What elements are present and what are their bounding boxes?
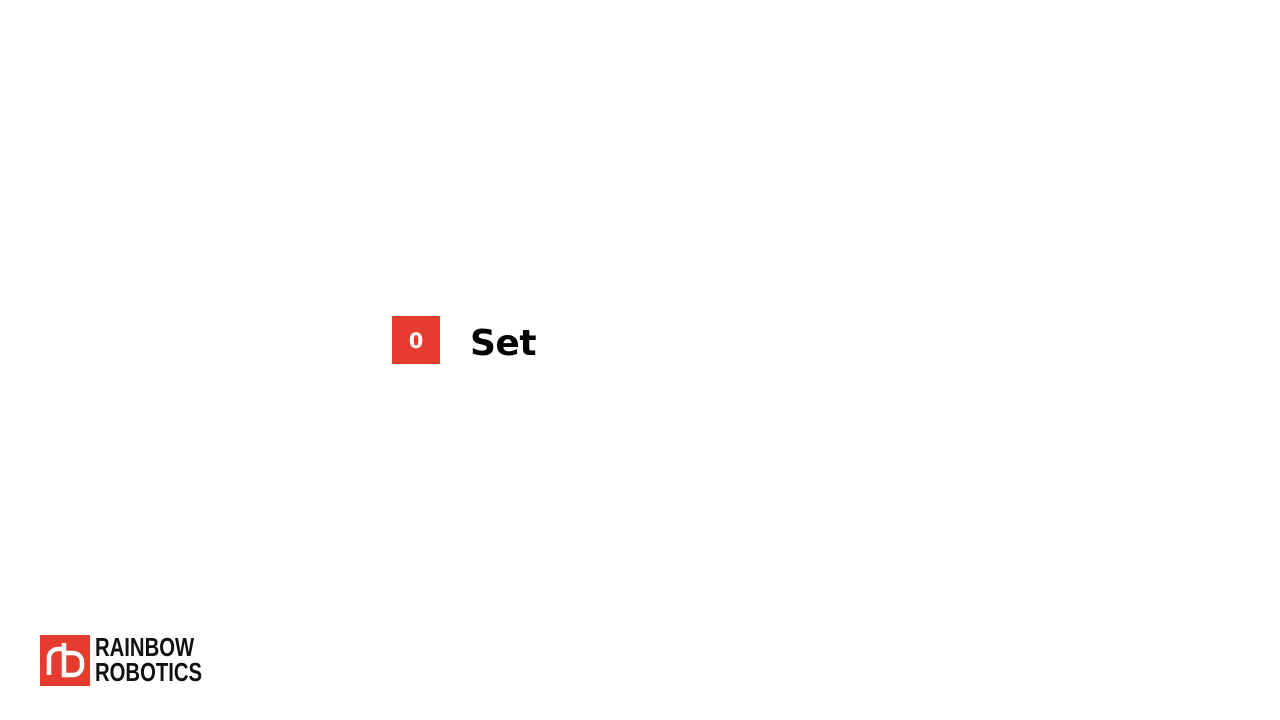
logo-wordmark: RAINBOW ROBOTICS	[95, 634, 232, 687]
rainbow-robotics-logo: RAINBOW ROBOTICS	[40, 634, 232, 686]
section-heading: 0 Set	[392, 316, 537, 364]
section-title: Set	[470, 323, 537, 364]
rb-logo-icon	[40, 634, 90, 686]
section-number-badge: 0	[392, 316, 440, 364]
slide-canvas: 0 Set RAINBOW ROBOTICS	[0, 0, 1280, 720]
logo-line-robotics: ROBOTICS	[95, 657, 203, 687]
